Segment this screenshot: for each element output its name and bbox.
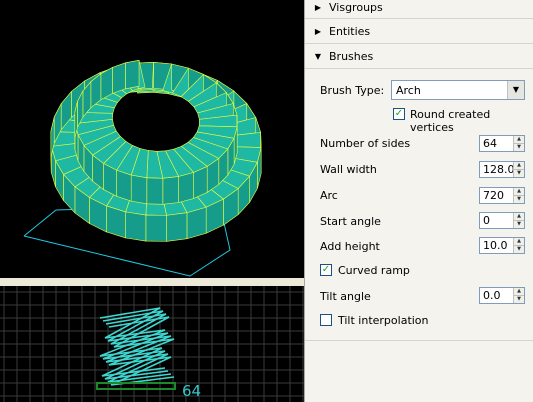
- ramp-side-face: [186, 206, 207, 240]
- ramp-side-face: [116, 169, 132, 202]
- grid-2d: 64: [0, 286, 304, 402]
- ramp-side-face: [106, 205, 126, 239]
- spin-down-icon[interactable]: ▼: [514, 143, 524, 151]
- ramp-side-face: [125, 59, 140, 90]
- curved-ramp-label: Curved ramp: [338, 264, 410, 277]
- tilt-interpolation-checkbox[interactable]: [320, 314, 332, 326]
- start-angle-spinner[interactable]: 0 ▲ ▼: [479, 212, 525, 229]
- divider: [305, 340, 533, 341]
- spin-down-icon[interactable]: ▼: [514, 245, 524, 253]
- spin-down-icon[interactable]: ▼: [514, 295, 524, 303]
- arc-value[interactable]: 720: [480, 188, 513, 203]
- divider: [305, 68, 533, 69]
- viewport-2d[interactable]: 64: [0, 286, 304, 402]
- spin-up-icon[interactable]: ▲: [514, 162, 524, 169]
- ramp-side-face: [166, 212, 188, 242]
- ramp-side-face: [178, 172, 194, 203]
- arc-spinner[interactable]: 720 ▲ ▼: [479, 187, 525, 204]
- tilt-angle-value[interactable]: 0.0: [480, 288, 513, 303]
- spin-up-icon[interactable]: ▲: [514, 213, 524, 220]
- triangle-right-icon: ▶: [314, 26, 322, 36]
- viewport-splitter[interactable]: [0, 278, 304, 286]
- ramp-side-face: [130, 174, 148, 205]
- tool-options-panel: ▶ Visgroups ▶ Entities ▼ Brushes Brush T…: [304, 0, 533, 402]
- tilt-angle-spinner[interactable]: 0.0 ▲ ▼: [479, 287, 525, 304]
- triangle-right-icon: ▶: [314, 2, 322, 12]
- section-label: Brushes: [329, 49, 374, 63]
- tilt-angle-label: Tilt angle: [320, 290, 371, 303]
- triangle-down-icon: ▼: [314, 51, 322, 61]
- brush-type-label: Brush Type:: [320, 84, 385, 97]
- curved-ramp-checkbox[interactable]: ✓: [320, 264, 332, 276]
- spin-up-icon[interactable]: ▲: [514, 288, 524, 295]
- spiral-side-wireframe: [99, 307, 175, 386]
- chevron-down-icon[interactable]: ▼: [507, 81, 524, 99]
- spin-up-icon[interactable]: ▲: [514, 188, 524, 195]
- wall-width-spinner[interactable]: 128.0 ▲ ▼: [479, 161, 525, 178]
- spiral-ramp-3d-mesh: [23, 59, 262, 277]
- wall-width-label: Wall width: [320, 163, 377, 176]
- spin-up-icon[interactable]: ▲: [514, 136, 524, 143]
- checkmark-icon: ✓: [321, 264, 331, 275]
- wall-width-value[interactable]: 128.0: [480, 162, 513, 177]
- number-of-sides-label: Number of sides: [320, 137, 411, 150]
- ramp-side-face: [145, 214, 167, 242]
- section-visgroups[interactable]: ▶ Visgroups: [305, 0, 533, 18]
- selection-bar: [96, 382, 176, 390]
- tilt-interpolation-label: Tilt interpolation: [338, 314, 429, 327]
- start-angle-label: Start angle: [320, 215, 381, 228]
- add-height-value[interactable]: 10.0: [480, 238, 513, 253]
- divider: [305, 43, 533, 44]
- spin-up-icon[interactable]: ▲: [514, 238, 524, 245]
- viewport-3d[interactable]: [0, 0, 304, 278]
- spin-down-icon[interactable]: ▼: [514, 169, 524, 177]
- spin-down-icon[interactable]: ▼: [514, 195, 524, 203]
- round-vertices-checkbox[interactable]: ✓: [393, 108, 405, 120]
- section-brushes[interactable]: ▼ Brushes: [305, 45, 533, 67]
- section-label: Visgroups: [329, 0, 383, 14]
- ramp-side-face: [162, 176, 179, 205]
- round-vertices-label: Round created vertices: [410, 108, 491, 134]
- section-entities[interactable]: ▶ Entities: [305, 20, 533, 42]
- ramp-side-face: [112, 62, 126, 94]
- section-label: Entities: [329, 24, 371, 38]
- add-height-spinner[interactable]: 10.0 ▲ ▼: [479, 237, 525, 254]
- brush-type-value: Arch: [396, 84, 421, 97]
- sides-readout: 64: [182, 382, 201, 400]
- ramp-side-face: [146, 177, 164, 205]
- ramp-segments: [50, 59, 262, 242]
- checkmark-icon: ✓: [394, 108, 404, 119]
- ramp-side-face: [125, 211, 147, 242]
- number-of-sides-spinner[interactable]: 64 ▲ ▼: [479, 135, 525, 152]
- start-angle-value[interactable]: 0: [480, 213, 513, 228]
- arc-label: Arc: [320, 189, 338, 202]
- brush-type-select[interactable]: Arch ▼: [391, 80, 525, 100]
- number-of-sides-value[interactable]: 64: [480, 136, 513, 151]
- spin-down-icon[interactable]: ▼: [514, 220, 524, 228]
- divider: [305, 18, 533, 19]
- add-height-label: Add height: [320, 240, 380, 253]
